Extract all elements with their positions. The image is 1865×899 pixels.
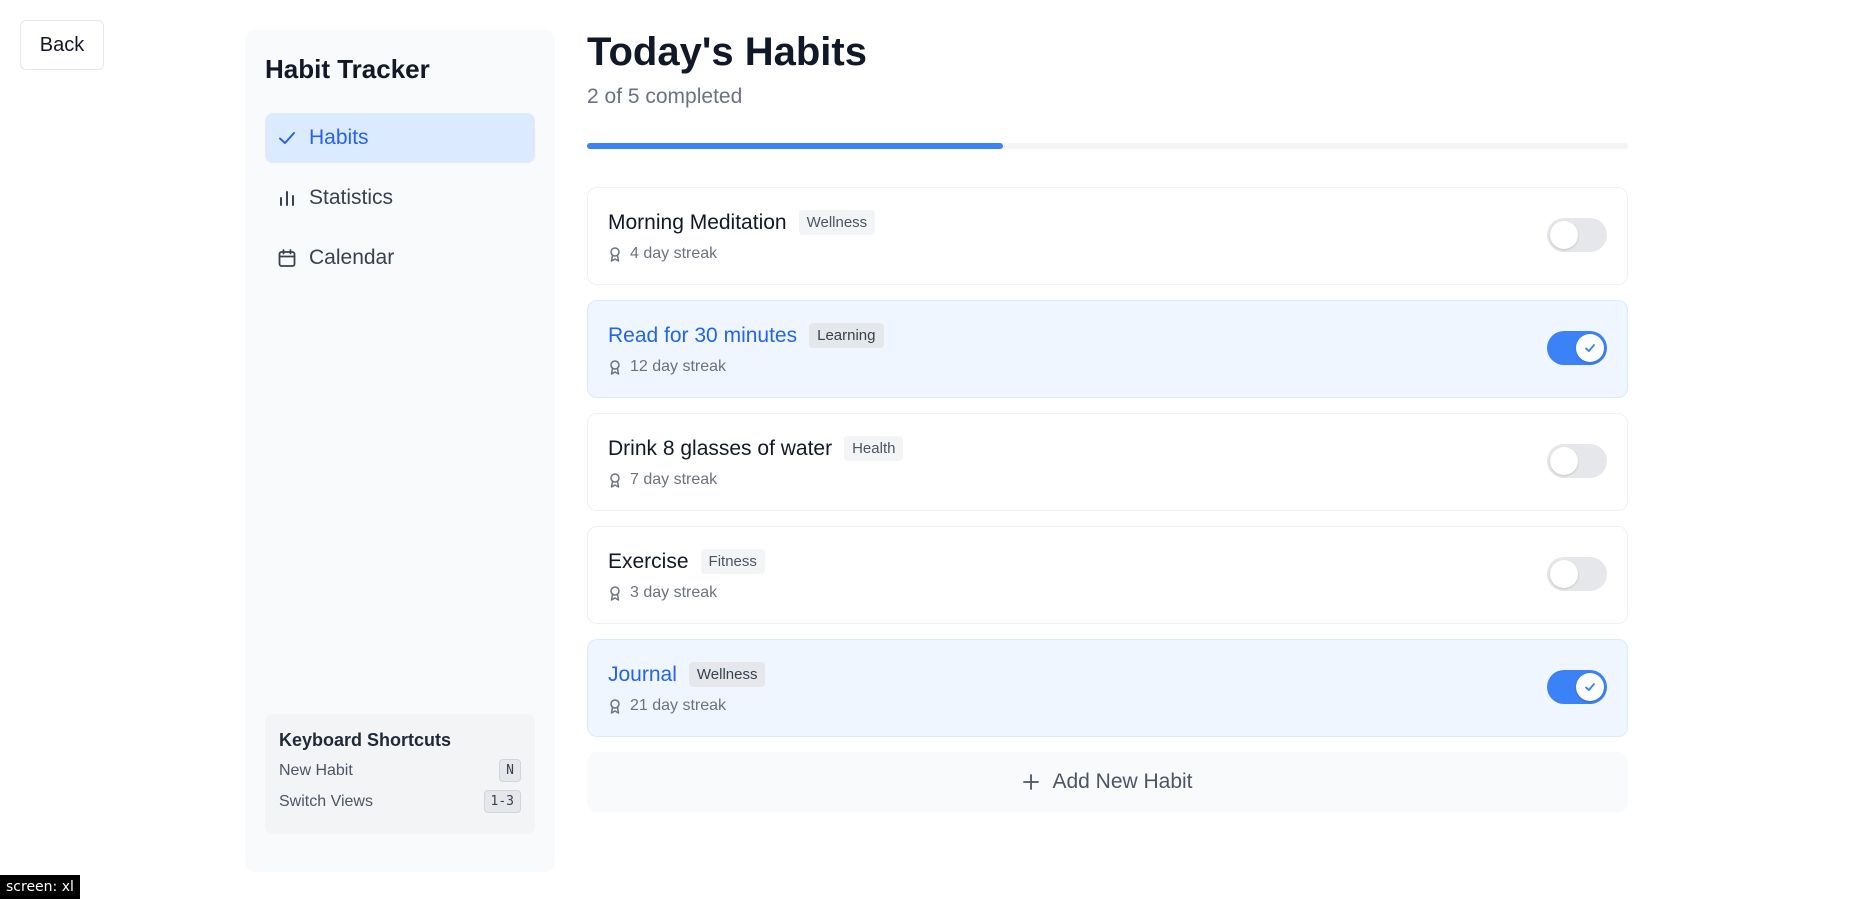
habit-streak: 4 day streak <box>608 245 1607 263</box>
award-icon <box>608 698 622 714</box>
habit-streak: 21 day streak <box>608 697 1607 715</box>
habit-header: Drink 8 glasses of water Health <box>608 436 1607 461</box>
habit-name: Exercise <box>608 549 689 573</box>
habit-list: Morning Meditation Wellness 4 day streak Re… <box>587 187 1628 737</box>
habit-toggle[interactable] <box>1547 444 1607 478</box>
habit-header: Read for 30 minutes Learning <box>608 323 1607 348</box>
sidebar-item-label: Habits <box>309 126 369 149</box>
category-tag: Learning <box>809 323 884 348</box>
habit-streak: 7 day streak <box>608 471 1607 489</box>
toggle-knob <box>1576 673 1604 701</box>
check-icon <box>1585 683 1595 691</box>
calendar-icon <box>277 248 297 268</box>
add-habit-label: Add New Habit <box>1052 770 1193 793</box>
bar-chart-icon <box>277 188 297 208</box>
main-content: Today's Habits 2 of 5 completed Morning … <box>587 30 1628 812</box>
sidebar-item-label: Statistics <box>309 186 394 209</box>
category-tag: Fitness <box>700 549 765 574</box>
streak-text: 21 day streak <box>630 697 727 714</box>
habit-toggle[interactable] <box>1547 557 1607 591</box>
award-icon <box>608 359 622 375</box>
habit-name: Morning Meditation <box>608 210 787 234</box>
category-tag: Health <box>844 436 904 461</box>
habit-streak: 3 day streak <box>608 584 1607 602</box>
habit-card: Exercise Fitness 3 day streak <box>587 526 1628 624</box>
toggle-knob <box>1550 560 1578 588</box>
shortcut-label: New Habit <box>279 761 353 779</box>
page-title: Today's Habits <box>587 30 867 74</box>
screen-size-badge: screen: xl <box>0 875 80 899</box>
habit-toggle[interactable] <box>1547 218 1607 252</box>
streak-text: 7 day streak <box>630 471 718 488</box>
award-icon <box>608 585 622 601</box>
category-tag: Wellness <box>798 210 876 235</box>
sidebar-item-habits[interactable]: Habits <box>265 113 535 163</box>
habit-name: Journal <box>608 662 677 686</box>
habit-name: Read for 30 minutes <box>608 323 798 347</box>
streak-text: 12 day streak <box>630 358 727 375</box>
shortcut-key: 1-3 <box>483 790 521 813</box>
streak-text: 3 day streak <box>630 584 718 601</box>
streak-text: 4 day streak <box>630 245 718 262</box>
habit-toggle[interactable] <box>1547 331 1607 365</box>
plus-icon <box>1022 773 1040 791</box>
back-button[interactable]: Back <box>20 20 104 70</box>
habit-toggle[interactable] <box>1547 670 1607 704</box>
shortcut-label: Switch Views <box>279 792 373 810</box>
habit-card: Morning Meditation Wellness 4 day streak <box>587 187 1628 285</box>
habit-card: Drink 8 glasses of water Health 7 day stre… <box>587 413 1628 511</box>
sidebar: Habit Tracker Habits Statistics Calendar… <box>245 30 555 872</box>
add-habit-button[interactable]: Add New Habit <box>587 752 1628 812</box>
progress-fill <box>587 143 1004 149</box>
habit-name: Drink 8 glasses of water <box>608 436 833 460</box>
habit-card: Read for 30 minutes Learning 12 day streak <box>587 300 1628 398</box>
sidebar-item-label: Calendar <box>309 246 395 269</box>
check-icon <box>277 128 297 148</box>
sidebar-nav: Habits Statistics Calendar <box>265 113 535 283</box>
toggle-knob <box>1550 221 1578 249</box>
shortcut-row: New Habit N <box>279 759 521 782</box>
check-icon <box>1585 344 1595 352</box>
habit-header: Exercise Fitness <box>608 549 1607 574</box>
award-icon <box>608 246 622 262</box>
keyboard-shortcuts-panel: Keyboard Shortcuts New Habit N Switch Vi… <box>265 714 535 834</box>
award-icon <box>608 472 622 488</box>
app-title: Habit Tracker <box>265 54 430 84</box>
completion-summary: 2 of 5 completed <box>587 85 743 108</box>
category-tag: Wellness <box>688 662 766 687</box>
shortcuts-title: Keyboard Shortcuts <box>279 730 452 750</box>
sidebar-item-statistics[interactable]: Statistics <box>265 173 535 223</box>
sidebar-item-calendar[interactable]: Calendar <box>265 233 535 283</box>
shortcut-row: Switch Views 1-3 <box>279 790 521 813</box>
progress-bar <box>587 143 1628 149</box>
habit-header: Morning Meditation Wellness <box>608 210 1607 235</box>
habit-card: Journal Wellness 21 day streak <box>587 639 1628 737</box>
shortcut-key: N <box>499 759 521 782</box>
habit-streak: 12 day streak <box>608 358 1607 376</box>
habit-header: Journal Wellness <box>608 662 1607 687</box>
toggle-knob <box>1550 447 1578 475</box>
toggle-knob <box>1576 334 1604 362</box>
